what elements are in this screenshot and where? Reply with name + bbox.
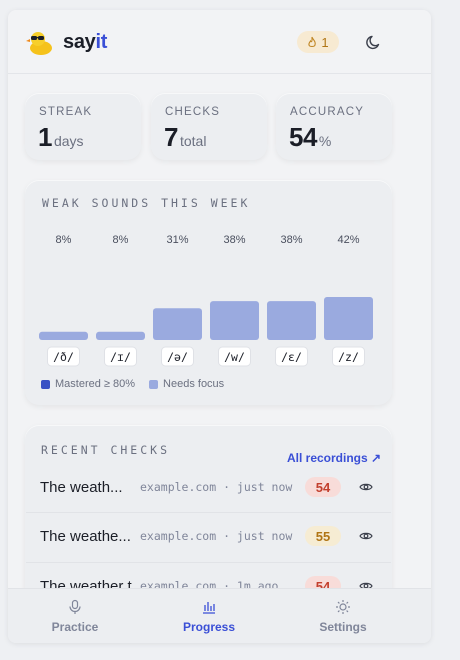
tab-progress[interactable]: Progress: [159, 589, 259, 643]
legend-item-needs-focus: Needs focus: [149, 378, 224, 390]
chart-bar: [153, 308, 202, 340]
bar-value-label: 38%: [280, 234, 302, 246]
score-badge: 55: [305, 526, 341, 546]
tab-practice[interactable]: Practice: [25, 589, 125, 643]
bar-value-label: 42%: [337, 234, 359, 246]
app-panel: sayit 1 STREAK 1 days CHECKS 7 total ACCUR…: [8, 10, 431, 643]
chart-bar: [324, 297, 373, 340]
chart-bar: [96, 331, 145, 340]
all-recordings-link[interactable]: All recordings ↗: [287, 451, 381, 465]
mic-icon: [69, 599, 81, 614]
eye-icon[interactable]: [359, 480, 373, 494]
row-meta: example.com · just now: [140, 480, 293, 494]
row-text: The weathe...: [40, 527, 131, 545]
row-divider: [26, 512, 391, 513]
row-divider: [26, 562, 391, 563]
phoneme-label: /z/: [338, 350, 359, 364]
chart-bar: [39, 331, 88, 340]
bar-value-label: 31%: [166, 234, 188, 246]
chart-bar: [210, 301, 259, 340]
weak-sounds-chart: 8% /ð/8% /ɪ/31% /ə/38% /w/38% /ɛ/42% /z/: [39, 234, 373, 367]
stat-unit: total: [179, 133, 207, 149]
legend-swatch: [41, 379, 50, 389]
stat-card-accuracy: ACCURACY 54%: [276, 93, 392, 160]
legend-item-mastered: Mastered ≥ 80%: [41, 378, 135, 390]
stat-label: STREAK: [39, 106, 93, 118]
stat-unit: %: [318, 133, 332, 149]
tab-settings[interactable]: Settings: [293, 589, 393, 643]
phoneme-label: /w/: [224, 350, 245, 364]
tab-label: Settings: [319, 620, 367, 634]
bar-value-label: 8%: [56, 234, 72, 246]
moon-icon[interactable]: [365, 33, 383, 51]
recent-checks-title: RECENT CHECKS: [41, 443, 171, 457]
chart-bar: [267, 301, 316, 340]
phoneme-label: /ð/: [53, 350, 74, 364]
app-brand: sayit: [63, 31, 107, 54]
row-meta: example.com · just now: [140, 529, 293, 543]
recent-check-row[interactable]: The weathe... example.com · just now 55: [40, 521, 385, 551]
stat-label: CHECKS: [165, 106, 221, 118]
header: sayit 1: [8, 10, 431, 74]
duck-logo-icon: [26, 32, 52, 55]
tab-label: Progress: [182, 620, 236, 634]
phoneme-label: /ɛ/: [281, 350, 302, 364]
bar-value-label: 8%: [113, 234, 129, 246]
stat-card-streak: STREAK 1 days: [25, 93, 141, 160]
sun-icon: [336, 600, 350, 614]
streak-count: 1: [321, 34, 329, 50]
brand-accent: it: [95, 31, 108, 53]
stat-value: 54: [289, 122, 317, 152]
stat-card-checks: CHECKS 7 total: [151, 93, 267, 160]
bar-value-label: 38%: [223, 234, 245, 246]
legend-swatch: [149, 379, 159, 389]
flame-icon: [308, 36, 317, 48]
bar-chart-icon: [203, 602, 215, 614]
legend-label: Mastered ≥ 80%: [55, 378, 136, 390]
stat-unit: days: [53, 133, 84, 149]
legend-label: Needs focus: [163, 378, 225, 390]
bottom-tab-bar: Practice Progress Settings: [8, 588, 431, 643]
row-text: The weath...: [40, 478, 123, 496]
stat-value: 1: [38, 122, 52, 152]
stat-label: ACCURACY: [290, 106, 365, 118]
phoneme-label: /ə/: [167, 350, 188, 364]
chart-legend: Mastered ≥ 80% Needs focus: [41, 378, 224, 390]
tab-label: Practice: [51, 620, 99, 634]
stat-value: 7: [164, 122, 178, 152]
weak-sounds-card: WEAK SOUNDS THIS WEEK 8%/ð/8%/ɪ/31%/ə/38…: [25, 180, 392, 405]
streak-badge[interactable]: 1: [297, 31, 339, 53]
eye-icon[interactable]: [359, 529, 373, 543]
score-badge: 54: [305, 477, 341, 497]
phoneme-label: /ɪ/: [110, 350, 131, 364]
brand-prefix: say: [63, 31, 96, 53]
recent-check-row[interactable]: The weath... example.com · just now 54: [40, 472, 385, 502]
